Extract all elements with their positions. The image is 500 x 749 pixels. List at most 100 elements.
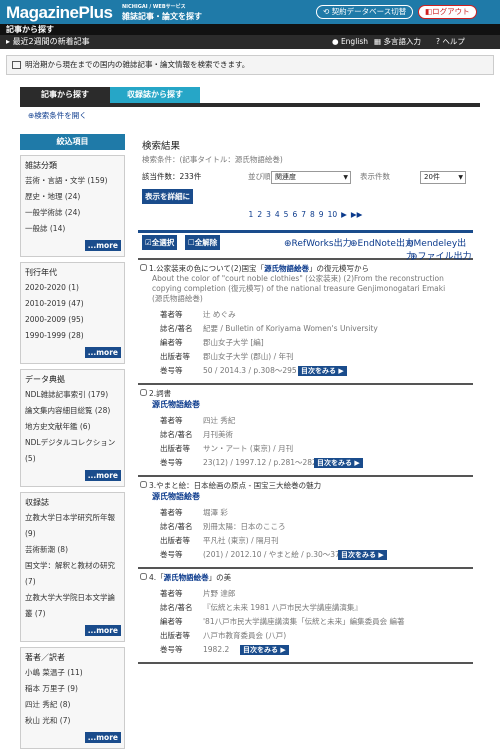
logo[interactable]: MagazinePlus [6,3,113,23]
page-link[interactable]: 5 [284,210,289,219]
filter-item[interactable]: NDLデジタルコレクション (5) [25,435,121,467]
filter-item[interactable]: 論文集内容細目総覧 (28) [25,403,121,419]
page-link[interactable]: 3 [266,210,271,219]
clear-all-button[interactable]: ☐全解除 [185,235,221,250]
field-value: 月刊美術 [203,430,233,439]
filter-item[interactable]: 国文学：解釈と教材の研究 (7) [25,558,121,590]
english-link[interactable]: ● English [332,37,368,47]
result-record: 4.「源氏物語絵巻」の美 著者等 片野 達郎 誌名/著名 『伝統と未来 1981 八戸市… [138,569,473,664]
filter-group: 収録誌立教大学日本学研究所年報 (9) 芸術新潮 (8) 国文学：解釈と教材の研究 … [20,492,125,642]
filter-item[interactable]: NDL雑誌記事索引 (179) [25,387,121,403]
more-button[interactable]: ...more [84,347,121,358]
field-value: サン・アート (東京) / 月刊 [203,444,294,453]
record-title-highlight[interactable]: 源氏物語絵巻 [264,264,309,273]
record-title-pre[interactable]: 「 [156,573,164,582]
record-checkbox[interactable] [140,389,147,396]
page-link[interactable]: 9 [319,210,324,219]
show-toc-button[interactable]: 目次をみる ▶ [298,366,347,376]
record-title-post[interactable]: 」の美 [209,573,232,582]
record-field: 著者等 堀澤 彩 [160,506,473,520]
open-search-conditions[interactable]: ⊕検索条件を開く [28,110,500,124]
filter-item[interactable]: 地方史文献年鑑 (6) [25,419,121,435]
refworks-export[interactable]: ⊕RefWorks出力 [284,236,352,249]
show-toc-button[interactable]: 目次をみる ▶ [240,645,289,655]
record-title-link[interactable]: 源氏物語絵巻 [152,399,473,410]
page-link[interactable]: 7 [301,210,306,219]
page-link[interactable]: 1 [249,210,254,219]
select-all-button[interactable]: ☑全選択 [142,235,178,250]
filter-item[interactable]: 2020-2020 (1) [25,280,121,296]
show-toc-button[interactable]: 目次をみる ▶ [314,458,363,468]
filter-item[interactable]: 立教大学日本学研究所年報 (9) [25,510,121,542]
record-title-pre[interactable]: 公家装束の色について(2)国宝「 [156,264,264,273]
show-toc-button[interactable]: 目次をみる ▶ [338,550,387,560]
record-title-pre[interactable]: やまと絵：日本絵画の原点 - 国宝三大絵巻の魅力 [156,481,321,490]
filter-item[interactable]: 歴史・地理 (24) [25,189,121,205]
more-container: ...more [25,240,121,251]
field-label: 誌名/著名 [160,522,193,531]
filter-item[interactable]: 一般学術誌 (24) [25,205,121,221]
latest-link[interactable]: 最近2週間の新着記事 [13,37,90,46]
sort-select[interactable]: 関連度 [271,171,351,184]
filter-item[interactable]: 四辻 秀紀 (8) [25,697,121,713]
more-button[interactable]: ...more [84,470,121,481]
field-label: 巻号等 [160,550,183,559]
page-link[interactable]: 2 [257,210,262,219]
record-checkbox[interactable] [140,573,147,580]
filter-group-title: 収録誌 [25,498,49,507]
record-field: 巻号等 50 / 2014.3 / p.308〜295 目次をみる ▶ [160,364,473,378]
record-title-pre[interactable]: 詞書 [156,389,171,398]
filter-item[interactable]: 稲本 万里子 (9) [25,681,121,697]
more-button[interactable]: ...more [84,240,121,251]
filter-item[interactable]: 芸術新潮 (8) [25,542,121,558]
per-page-select[interactable]: 20件 [420,171,466,184]
field-label: 巻号等 [160,645,183,654]
field-label: 巻号等 [160,366,183,375]
tab-article-search[interactable]: 記事から探す [20,87,110,103]
field-label: 著者等 [160,508,183,517]
field-value: 郡山女子大学 [編] [203,338,264,347]
filter-group: データ典拠 NDL雑誌記事索引 (179) 論文集内容細目総覧 (28) 地方史文献年… [20,369,125,487]
page-link[interactable]: 4 [275,210,280,219]
header-subtitle: 雑誌記事・論文を探す [122,12,202,21]
page-link[interactable]: 6 [292,210,297,219]
record-field: 出版者等 八戸市教育委員会 (八戸) [160,629,473,643]
record-title: 2.詞書 [140,388,473,399]
record-title-link[interactable]: 源氏物語絵巻 [152,491,473,502]
more-container: ...more [25,470,121,481]
page-link[interactable]: ▶ [341,210,347,219]
record-title-highlight[interactable]: 源氏物語絵巻 [164,573,209,582]
more-button[interactable]: ...more [84,625,121,636]
record-checkbox[interactable] [140,481,147,488]
field-value: 辻 めぐみ [203,310,236,319]
switch-db-button[interactable]: ⟲ 契約データベース切替 [316,5,414,19]
record-subtitle: About the color of "court noble clothies… [152,274,444,283]
filter-item[interactable]: 1990-1999 (28) [25,328,121,344]
field-value: 1982.2 [203,645,230,654]
filter-item[interactable]: 小嶋 菜温子 (11) [25,665,121,681]
show-detail-button[interactable]: 表示を詳細に [142,189,193,204]
record-title-post[interactable]: 」の復元模写から [309,264,369,273]
multilang-link[interactable]: ▦ 多言語入力 [374,37,421,47]
field-value: 郡山女子大学 (郡山) / 年刊 [203,352,294,361]
tab-journal-search[interactable]: 収録誌から探す [110,87,200,103]
field-label: 誌名/著名 [160,603,193,612]
export-icon: ⊕ [350,239,358,249]
filter-item[interactable]: 秋山 光和 (7) [25,713,121,729]
field-label: 出版者等 [160,352,190,361]
help-link[interactable]: ? ヘルプ [436,37,465,47]
page-link[interactable]: 8 [310,210,315,219]
logout-button[interactable]: ◧ログアウト [418,5,477,19]
filter-item[interactable]: 一般誌 (14) [25,221,121,237]
filter-item[interactable]: 立教大学大学院日本文学論叢 (7) [25,590,121,622]
more-container: ...more [25,625,121,636]
filter-item[interactable]: 2000-2009 (95) [25,312,121,328]
endnote-export[interactable]: ⊕EndNote出力 [350,236,414,249]
filter-item[interactable]: 2010-2019 (47) [25,296,121,312]
result-record: 3.やまと絵：日本絵画の原点 - 国宝三大絵巻の魅力 源氏物語絵巻 著者等 堀澤 彩誌… [138,477,473,569]
more-button[interactable]: ...more [84,732,121,743]
page-link[interactable]: ▶▶ [351,210,363,219]
page-link[interactable]: 10 [328,210,338,219]
record-checkbox[interactable] [140,264,147,271]
filter-item[interactable]: 芸術・言語・文学 (159) [25,173,121,189]
